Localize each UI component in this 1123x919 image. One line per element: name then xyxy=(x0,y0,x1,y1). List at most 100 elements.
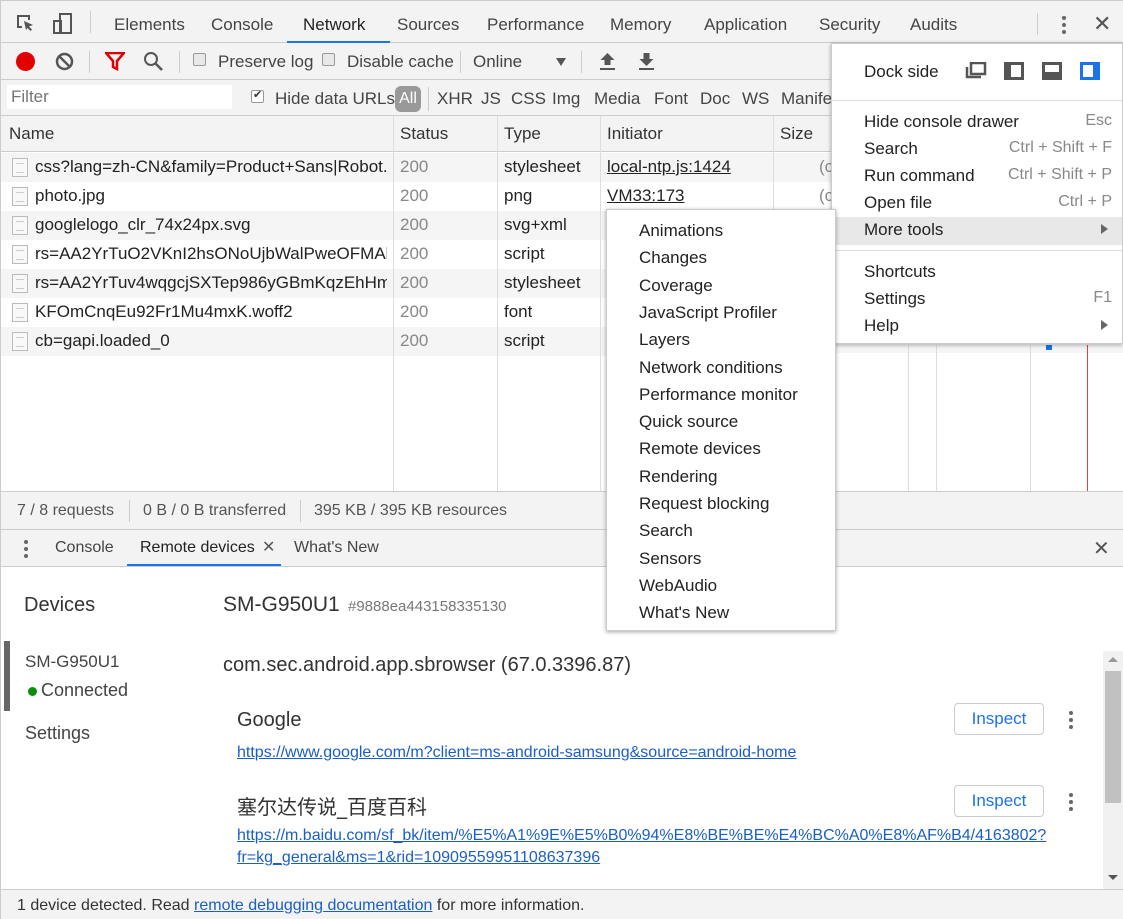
export-har-icon[interactable] xyxy=(638,51,655,76)
column-header-status[interactable]: Status xyxy=(400,124,448,144)
filter-icon[interactable] xyxy=(103,51,127,76)
type-filter-manifest[interactable]: Manife xyxy=(781,89,833,109)
scroll-up-icon[interactable] xyxy=(1108,657,1118,662)
throttling-select[interactable]: Online xyxy=(473,52,522,72)
tab-sources[interactable]: Sources xyxy=(397,15,459,35)
tab-security[interactable]: Security xyxy=(819,15,880,35)
record-icon[interactable] xyxy=(16,52,35,71)
disable-cache-checkbox[interactable] xyxy=(322,53,335,66)
type-filter-ws[interactable]: WS xyxy=(742,89,769,109)
type-filter-doc[interactable]: Doc xyxy=(700,89,730,109)
type-filter-all[interactable]: All xyxy=(395,86,421,112)
hide-data-urls-label[interactable]: Hide data URLs xyxy=(275,89,395,109)
filter-input[interactable] xyxy=(7,85,232,109)
tab-application[interactable]: Application xyxy=(704,15,787,35)
page-url[interactable]: https://m.baidu.com/sf_bk/item/%E5%A1%9E… xyxy=(237,827,1046,845)
scrollbar[interactable] xyxy=(1103,651,1123,889)
dock-right-icon[interactable] xyxy=(1080,62,1100,85)
column-header-name[interactable]: Name xyxy=(9,124,54,144)
submenu-item-coverage[interactable]: Coverage xyxy=(607,273,835,300)
preserve-log-label[interactable]: Preserve log xyxy=(218,52,313,72)
type-filter-js[interactable]: JS xyxy=(481,89,501,109)
drawer-tab-console[interactable]: Console xyxy=(55,539,114,557)
menu-item-settings[interactable]: Settings F1 xyxy=(832,286,1122,313)
tab-performance[interactable]: Performance xyxy=(487,15,584,35)
menu-item-search[interactable]: Search Ctrl + Shift + F xyxy=(832,136,1122,163)
chevron-down-icon[interactable] xyxy=(556,58,566,66)
close-drawer-icon[interactable]: ✕ xyxy=(1093,536,1110,561)
close-icon[interactable]: ✕ xyxy=(1093,11,1111,37)
import-har-icon[interactable] xyxy=(599,51,616,76)
sidebar-item-device[interactable]: SM-G950U1 xyxy=(25,652,119,672)
clear-icon[interactable] xyxy=(55,52,74,76)
scroll-down-icon[interactable] xyxy=(1108,875,1118,880)
menu-item-hide-console-drawer[interactable]: Hide console drawer Esc xyxy=(832,109,1122,136)
search-icon[interactable] xyxy=(143,51,164,77)
request-name[interactable]: css?lang=zh-CN&family=Product+Sans|Robot… xyxy=(35,157,387,177)
type-filter-font[interactable]: Font xyxy=(654,89,688,109)
kebab-menu-icon[interactable] xyxy=(1062,16,1066,34)
request-name[interactable]: rs=AA2YrTuO2VKnI2hsONoUjbWalPweOFMAkg xyxy=(35,244,387,264)
dock-left-icon[interactable] xyxy=(1004,62,1024,85)
type-filter-img[interactable]: Img xyxy=(552,89,580,109)
submenu-item-javascript-profiler[interactable]: JavaScript Profiler xyxy=(607,300,835,327)
page-url-continued[interactable]: fr=kg_general&ms=1&rid=10909559951108637… xyxy=(237,849,600,867)
request-name[interactable]: googlelogo_clr_74x24px.svg xyxy=(35,215,387,235)
submenu-item-quick-source[interactable]: Quick source xyxy=(607,409,835,436)
request-name[interactable]: rs=AA2YrTuv4wqgcjSXTep986yGBmKqzEhHmA xyxy=(35,273,387,293)
submenu-item-search[interactable]: Search xyxy=(607,518,835,545)
tab-audits[interactable]: Audits xyxy=(910,15,957,35)
device-toolbar-icon[interactable] xyxy=(53,13,73,40)
column-header-size[interactable]: Size xyxy=(780,124,813,144)
close-tab-icon[interactable]: ✕ xyxy=(262,537,275,557)
request-name[interactable]: photo.jpg xyxy=(35,186,387,206)
submenu-item-remote-devices[interactable]: Remote devices xyxy=(607,436,835,463)
request-name[interactable]: KFOmCnqEu92Fr1Mu4mxK.woff2 xyxy=(35,302,387,322)
table-row[interactable]: css?lang=zh-CN&family=Product+Sans|Robot… xyxy=(1,153,833,182)
menu-item-shortcuts[interactable]: Shortcuts xyxy=(832,259,1122,286)
column-header-initiator[interactable]: Initiator xyxy=(607,124,663,144)
element-picker-icon[interactable] xyxy=(15,13,35,38)
table-row[interactable]: photo.jpg 200 png VM33:173 (c xyxy=(1,182,833,211)
page-actions-icon[interactable] xyxy=(1069,711,1073,729)
column-header-type[interactable]: Type xyxy=(504,124,541,144)
tab-elements[interactable]: Elements xyxy=(114,15,185,35)
dock-bottom-icon[interactable] xyxy=(1042,62,1062,85)
tab-network[interactable]: Network xyxy=(303,15,365,35)
hide-data-urls-checkbox[interactable] xyxy=(251,88,264,103)
page-actions-icon[interactable] xyxy=(1069,793,1073,811)
scrollbar-thumb[interactable] xyxy=(1105,671,1121,803)
inspect-button[interactable]: Inspect xyxy=(954,703,1044,735)
disable-cache-label[interactable]: Disable cache xyxy=(347,52,454,72)
remote-debugging-docs-link[interactable]: remote debugging documentation xyxy=(194,897,432,914)
drawer-menu-icon[interactable] xyxy=(24,540,28,558)
menu-item-run-command[interactable]: Run command Ctrl + Shift + P xyxy=(832,163,1122,190)
submenu-item-request-blocking[interactable]: Request blocking xyxy=(607,491,835,518)
type-filter-xhr[interactable]: XHR xyxy=(437,89,473,109)
submenu-item-layers[interactable]: Layers xyxy=(607,327,835,354)
request-initiator[interactable]: local-ntp.js:1424 xyxy=(607,157,731,177)
drawer-tab-whats-new[interactable]: What's New xyxy=(294,539,379,557)
menu-item-help[interactable]: Help xyxy=(832,313,1122,340)
tab-console[interactable]: Console xyxy=(211,15,273,35)
page-url[interactable]: https://www.google.com/m?client=ms-andro… xyxy=(237,744,796,762)
menu-item-more-tools[interactable]: More tools xyxy=(832,217,1122,245)
type-filter-css[interactable]: CSS xyxy=(511,89,546,109)
submenu-item-sensors[interactable]: Sensors xyxy=(607,546,835,573)
preserve-log-checkbox[interactable] xyxy=(193,53,206,66)
submenu-item-changes[interactable]: Changes xyxy=(607,245,835,272)
dock-undock-icon[interactable] xyxy=(965,61,987,85)
menu-item-open-file[interactable]: Open file Ctrl + P xyxy=(832,190,1122,217)
submenu-item-rendering[interactable]: Rendering xyxy=(607,464,835,491)
submenu-item-what-s-new[interactable]: What's New xyxy=(607,600,835,627)
submenu-item-webaudio[interactable]: WebAudio xyxy=(607,573,835,600)
submenu-item-performance-monitor[interactable]: Performance monitor xyxy=(607,382,835,409)
type-filter-media[interactable]: Media xyxy=(594,89,640,109)
inspect-button[interactable]: Inspect xyxy=(954,785,1044,817)
submenu-item-network-conditions[interactable]: Network conditions xyxy=(607,355,835,382)
sidebar-item-settings[interactable]: Settings xyxy=(25,723,90,744)
tab-memory[interactable]: Memory xyxy=(610,15,671,35)
request-name[interactable]: cb=gapi.loaded_0 xyxy=(35,331,387,351)
request-initiator[interactable]: VM33:173 xyxy=(607,186,685,206)
submenu-item-animations[interactable]: Animations xyxy=(607,218,835,245)
